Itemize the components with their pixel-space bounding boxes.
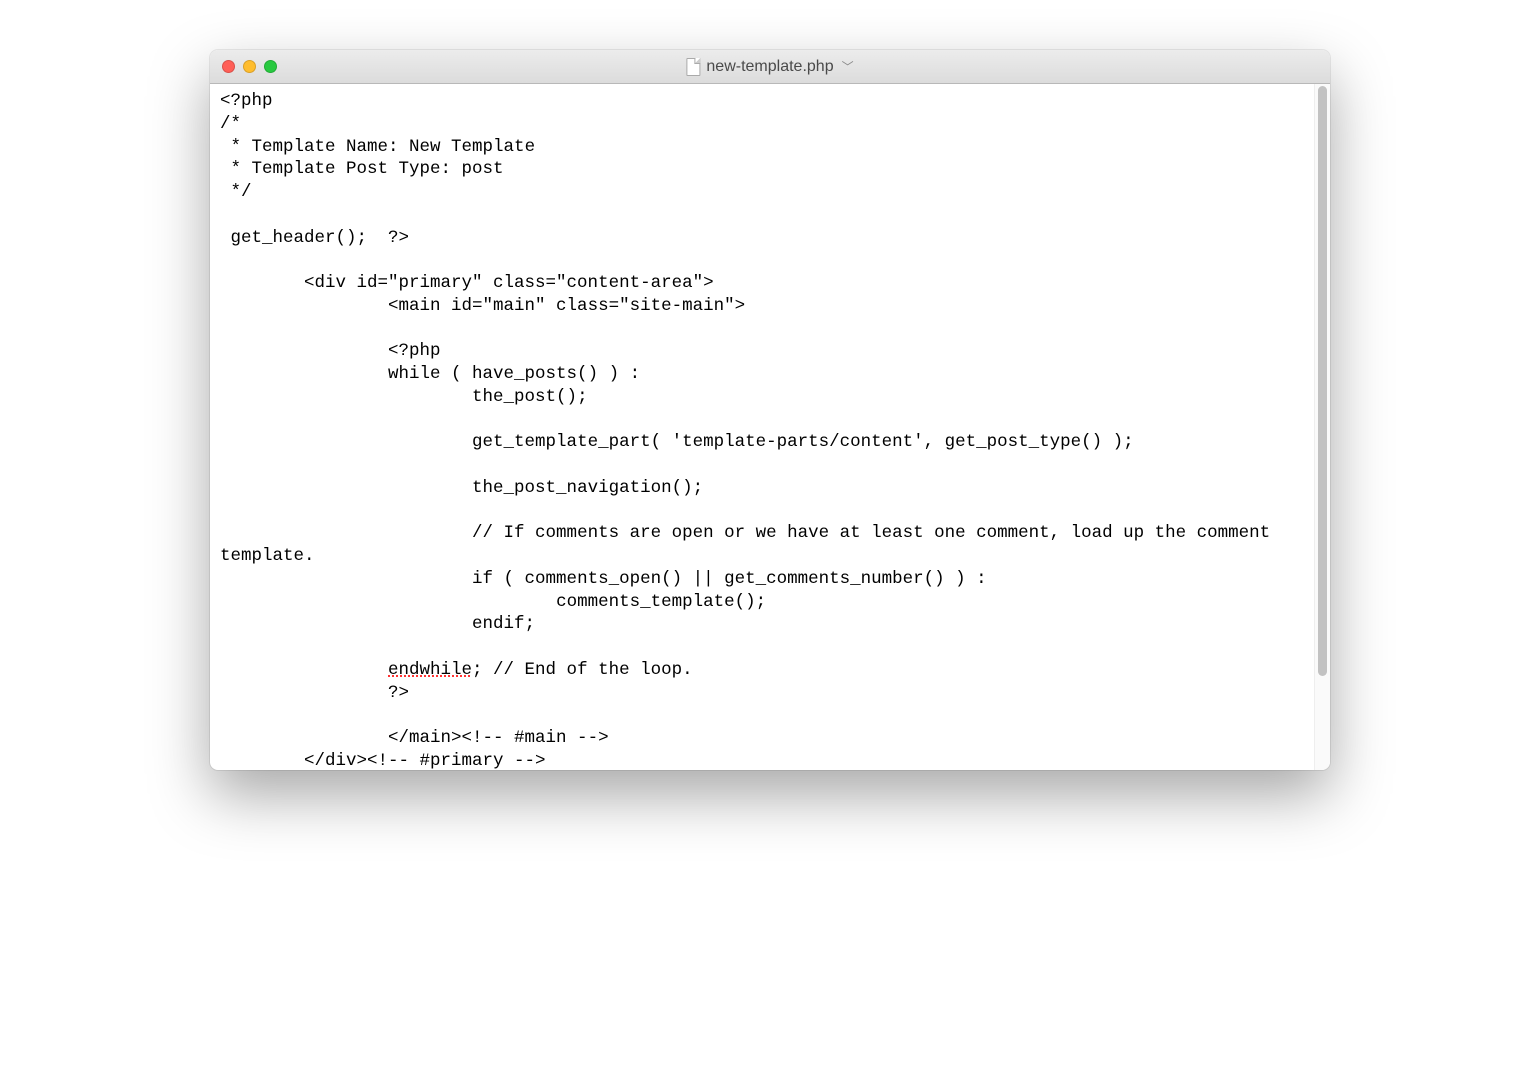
code-line: while ( have_posts() ) : <box>220 364 640 384</box>
scrollbar-thumb[interactable] <box>1318 86 1327 676</box>
code-line: /* <box>220 114 241 134</box>
code-line: ; // End of the loop. <box>472 660 693 680</box>
code-line: </main><!-- #main --> <box>220 728 609 748</box>
code-line: the_post(); <box>220 387 588 407</box>
code-line: the_post_navigation(); <box>220 478 703 498</box>
content-area: <?php /* * Template Name: New Template *… <box>210 84 1330 770</box>
code-line: <?php <box>220 91 273 111</box>
code-line: comments_template(); <box>220 592 766 612</box>
code-editor[interactable]: <?php /* * Template Name: New Template *… <box>210 84 1314 770</box>
zoom-button[interactable] <box>264 60 277 73</box>
spellcheck-underline: endwhile <box>388 660 472 680</box>
code-line: </div><!-- #primary --> <box>220 751 546 770</box>
traffic-lights <box>210 60 277 73</box>
chevron-down-icon[interactable]: ﹀ <box>842 58 854 75</box>
code-line: * Template Name: New Template <box>220 137 535 157</box>
code-line: get_template_part( 'template-parts/conte… <box>220 432 1134 452</box>
code-line: <div id="primary" class="content-area"> <box>220 273 714 293</box>
code-line <box>220 205 231 225</box>
close-button[interactable] <box>222 60 235 73</box>
editor-window: new-template.php ﹀ <?php /* * Template N… <box>210 50 1330 770</box>
code-line: endif; <box>220 614 535 634</box>
code-line: // If comments are open or we have at le… <box>220 523 1281 566</box>
code-line <box>220 660 388 680</box>
code-line: <main id="main" class="site-main"> <box>220 296 745 316</box>
window-title: new-template.php <box>706 58 833 76</box>
window-title-group[interactable]: new-template.php ﹀ <box>686 58 853 76</box>
code-line: get_header(); ?> <box>220 228 409 248</box>
document-icon <box>686 58 700 76</box>
scrollbar-track[interactable] <box>1314 84 1330 770</box>
minimize-button[interactable] <box>243 60 256 73</box>
code-line: <?php <box>220 341 441 361</box>
code-line: */ <box>220 182 252 202</box>
code-line: * Template Post Type: post <box>220 159 504 179</box>
titlebar[interactable]: new-template.php ﹀ <box>210 50 1330 84</box>
code-line: ?> <box>220 683 409 703</box>
code-line: if ( comments_open() || get_comments_num… <box>220 569 987 589</box>
